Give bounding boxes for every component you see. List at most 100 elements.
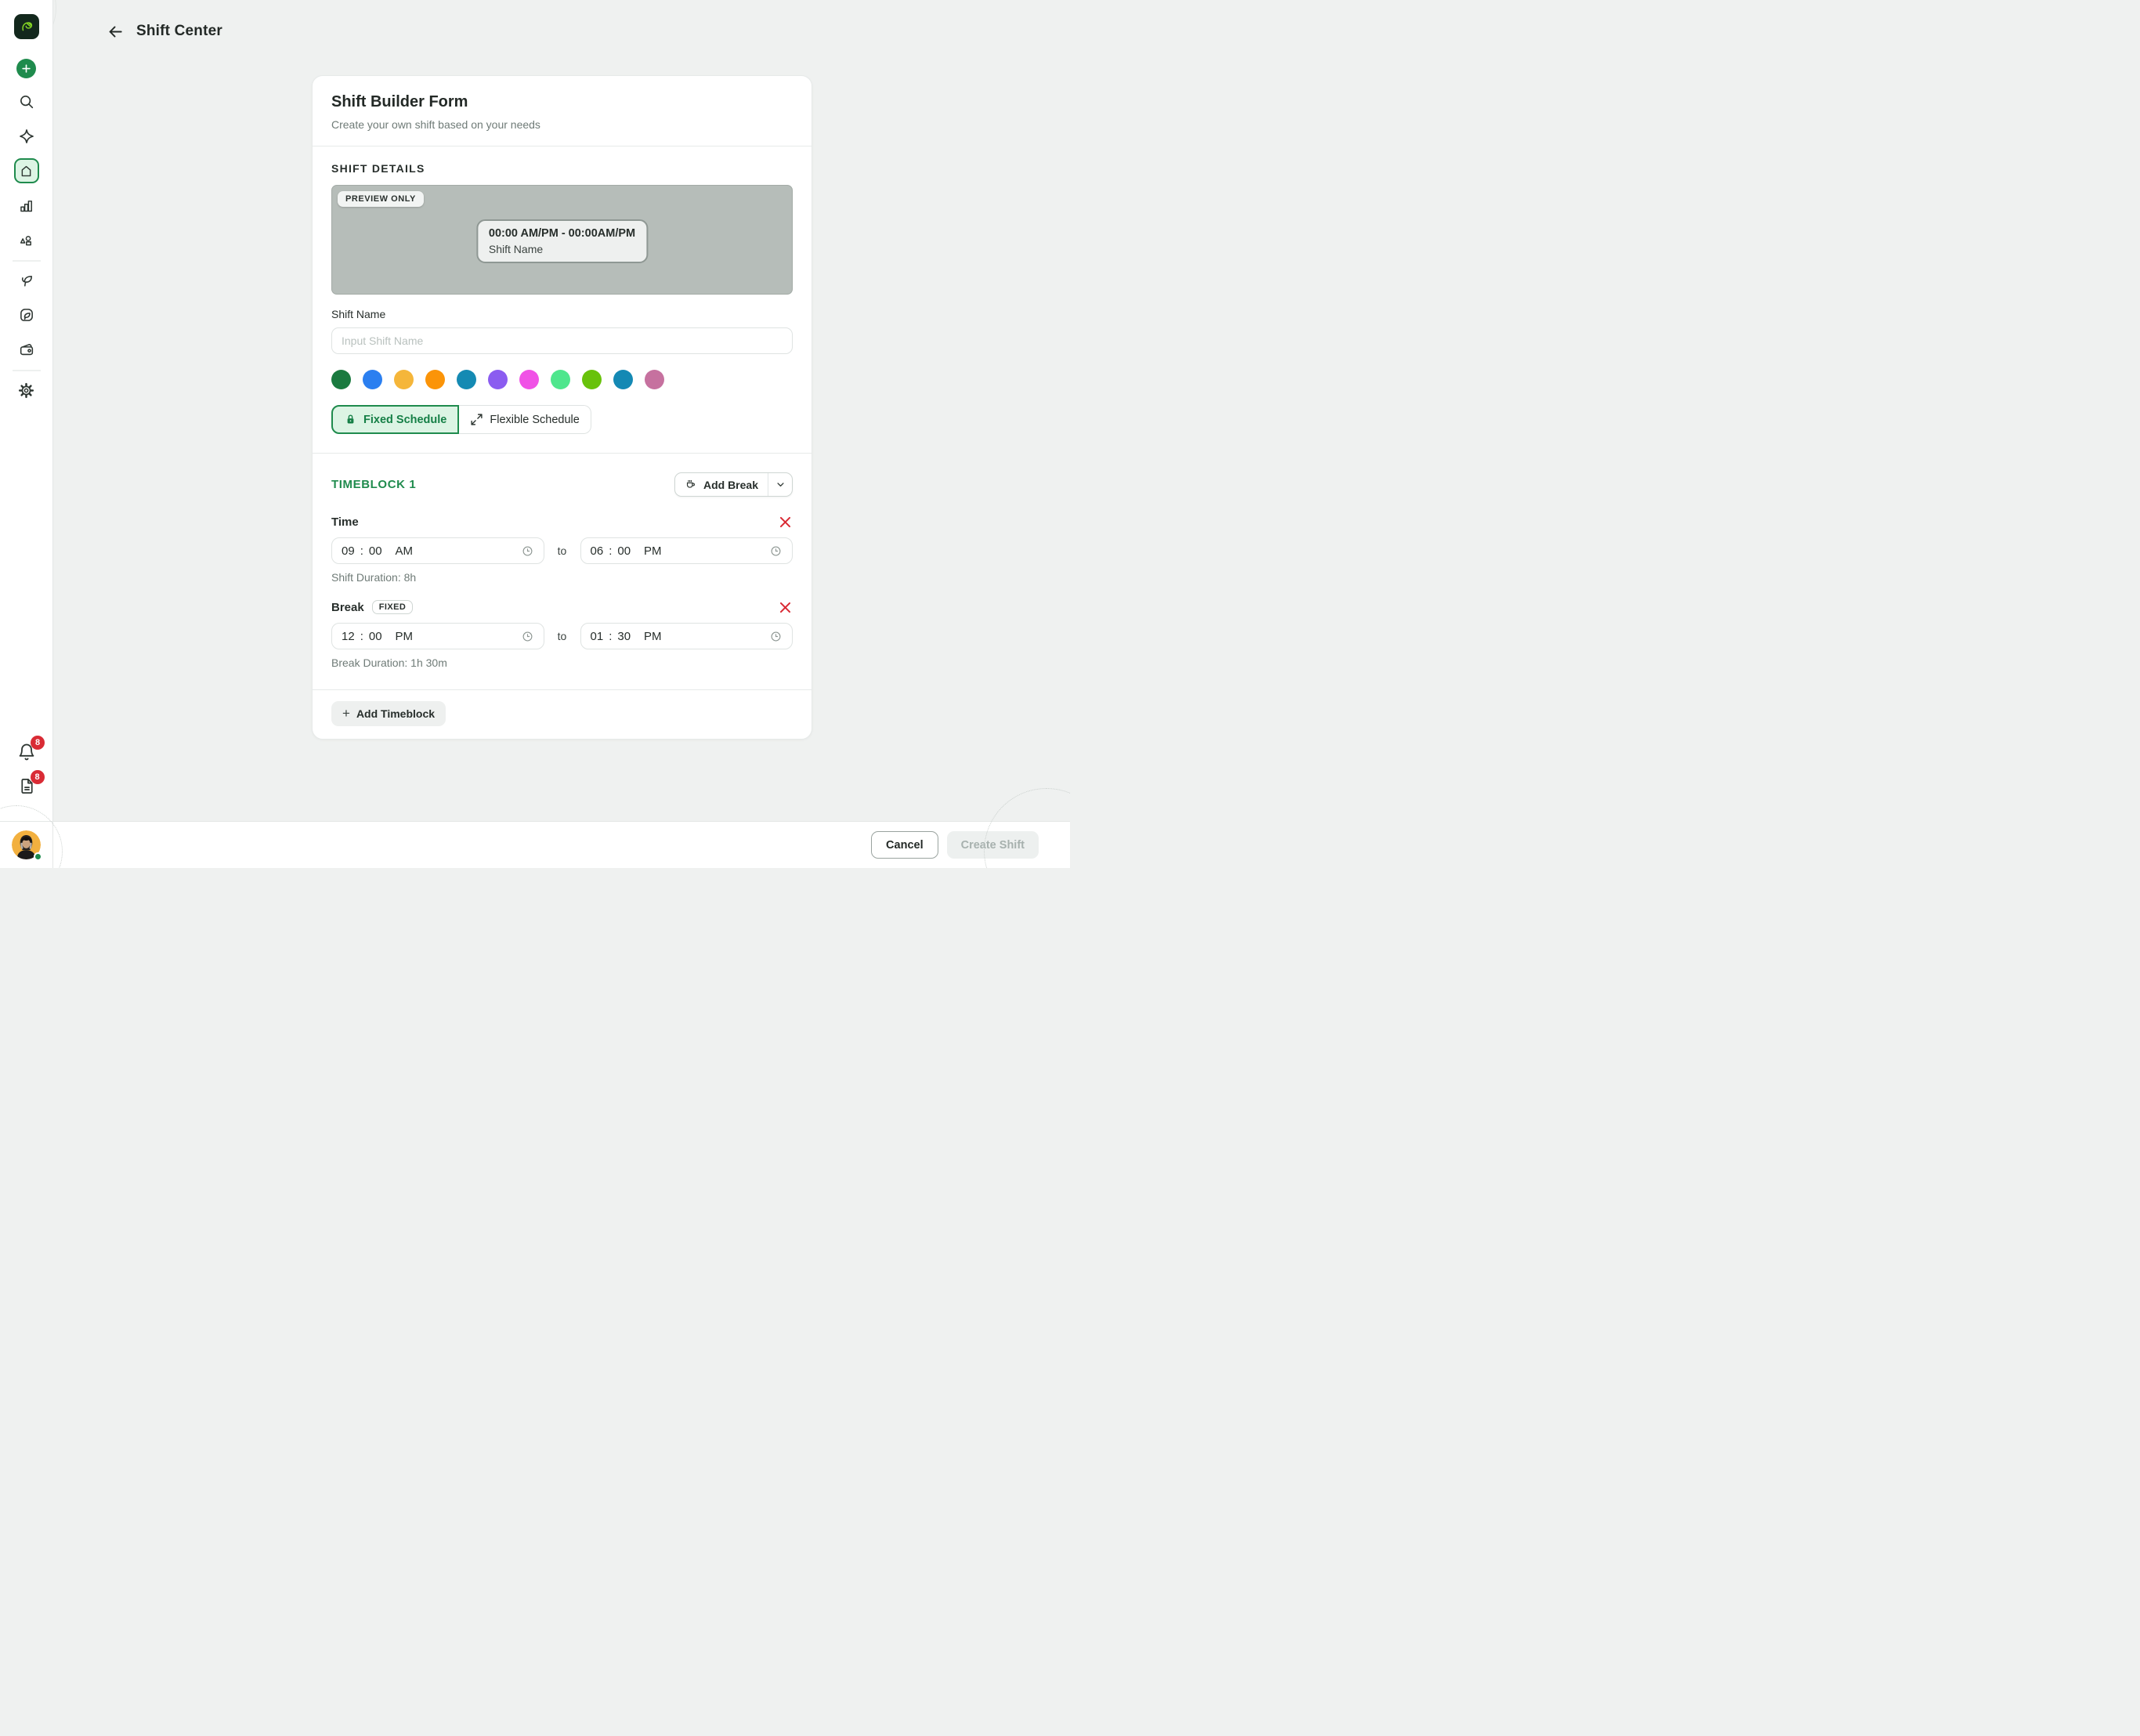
sidebar-item-leaf-feedback[interactable] xyxy=(13,301,41,329)
lock-icon xyxy=(344,413,357,426)
break-duration-text: Break Duration: 1h 30m xyxy=(331,656,793,669)
break-end-time-input[interactable]: 01 : 30 PM xyxy=(580,623,793,649)
minute-value: 30 xyxy=(617,630,631,643)
color-swatch-8[interactable] xyxy=(551,370,570,389)
footer-profile xyxy=(0,822,53,868)
expand-arrows-icon xyxy=(470,413,483,426)
hour-value: 06 xyxy=(591,544,604,558)
to-label: to xyxy=(544,544,580,557)
sidebar-item-assistant[interactable] xyxy=(13,122,41,150)
preview-only-badge: PREVIEW ONLY xyxy=(338,191,424,207)
shift-builder-card: Shift Builder Form Create your own shift… xyxy=(312,75,812,740)
minute-value: 00 xyxy=(369,544,382,558)
active-indicator xyxy=(14,158,39,183)
sidebar-documents[interactable]: 8 xyxy=(0,777,53,795)
form-subtitle: Create your own shift based on your need… xyxy=(331,118,793,131)
sidebar-item-leaf[interactable] xyxy=(13,266,41,295)
time-separator: : xyxy=(360,544,363,558)
shift-details-heading: SHIFT DETAILS xyxy=(331,162,793,175)
add-timeblock-label: Add Timeblock xyxy=(356,707,435,720)
app-logo[interactable] xyxy=(14,14,39,39)
create-button[interactable] xyxy=(16,59,36,78)
flexible-schedule-button[interactable]: Flexible Schedule xyxy=(459,405,591,434)
add-timeblock-button[interactable]: + Add Timeblock xyxy=(331,701,446,726)
schedule-toggle: Fixed Schedule Flexible Schedule xyxy=(331,405,793,434)
break-label: Break xyxy=(331,601,364,614)
card-body: SHIFT DETAILS PREVIEW ONLY 00:00 AM/PM -… xyxy=(313,146,812,434)
clock-icon xyxy=(521,630,534,643)
card-divider xyxy=(313,453,812,454)
ampm-value: PM xyxy=(644,630,662,643)
notification-badge: 8 xyxy=(31,736,45,750)
fixed-schedule-button[interactable]: Fixed Schedule xyxy=(331,405,459,434)
fixed-badge: FIXED xyxy=(372,600,414,614)
ampm-value: PM xyxy=(644,544,662,558)
color-swatch-2[interactable] xyxy=(363,370,382,389)
time-label: Time xyxy=(331,515,359,529)
remove-time-button[interactable] xyxy=(777,514,793,530)
shift-name-input[interactable] xyxy=(331,327,793,354)
page-header: Shift Center xyxy=(106,22,222,41)
shift-preview: PREVIEW ONLY 00:00 AM/PM - 00:00AM/PM Sh… xyxy=(331,185,793,295)
color-swatch-10[interactable] xyxy=(613,370,633,389)
color-swatch-4[interactable] xyxy=(425,370,445,389)
bar-chart-icon xyxy=(18,197,34,214)
chevron-down-icon xyxy=(775,479,786,490)
flexible-schedule-label: Flexible Schedule xyxy=(490,414,579,426)
add-break-label: Add Break xyxy=(703,479,758,491)
time-separator: : xyxy=(609,630,612,643)
leaf-bubble-icon xyxy=(18,306,35,324)
gear-icon xyxy=(17,382,35,400)
sidebar-divider xyxy=(13,260,41,262)
shapes-icon xyxy=(18,232,34,248)
color-swatch-3[interactable] xyxy=(394,370,414,389)
ampm-value: AM xyxy=(396,544,414,558)
shift-end-time-input[interactable]: 06 : 00 PM xyxy=(580,537,793,564)
to-label: to xyxy=(544,630,580,642)
clock-icon xyxy=(521,544,534,558)
back-button[interactable] xyxy=(106,22,125,41)
ampm-value: PM xyxy=(396,630,414,643)
wallet-icon xyxy=(18,341,35,358)
color-swatch-7[interactable] xyxy=(519,370,539,389)
form-title: Shift Builder Form xyxy=(331,93,793,111)
color-swatch-11[interactable] xyxy=(645,370,664,389)
sidebar-item-reports[interactable] xyxy=(13,191,41,219)
create-shift-button[interactable]: Create Shift xyxy=(947,831,1039,859)
sidebar-item-elements[interactable] xyxy=(13,226,41,254)
time-separator: : xyxy=(360,630,363,643)
preview-time-range: 00:00 AM/PM - 00:00AM/PM xyxy=(489,227,635,240)
home-icon xyxy=(19,164,34,179)
card-header: Shift Builder Form Create your own shift… xyxy=(313,76,812,146)
hour-value: 12 xyxy=(342,630,355,643)
clock-icon xyxy=(769,630,783,643)
online-status-dot xyxy=(34,852,42,861)
remove-break-button[interactable] xyxy=(777,599,793,615)
preview-shift-name: Shift Name xyxy=(489,243,635,255)
sidebar-item-wallet[interactable] xyxy=(13,335,41,363)
sidebar-item-home[interactable] xyxy=(13,157,41,185)
card-divider xyxy=(313,689,812,690)
color-swatch-9[interactable] xyxy=(582,370,602,389)
color-swatch-5[interactable] xyxy=(457,370,476,389)
clock-icon xyxy=(769,544,783,558)
search-icon xyxy=(18,93,35,110)
minute-value: 00 xyxy=(617,544,631,558)
arrow-left-icon xyxy=(107,23,125,41)
footer-bar: Cancel Create Shift xyxy=(0,821,1070,868)
leaf-logo-icon xyxy=(18,18,35,35)
color-swatch-1[interactable] xyxy=(331,370,351,389)
add-break-button[interactable]: Add Break xyxy=(674,472,793,497)
footer-actions: Cancel Create Shift xyxy=(871,831,1039,859)
x-icon xyxy=(778,515,793,530)
sidebar-item-settings[interactable] xyxy=(13,376,41,404)
add-break-dropdown[interactable] xyxy=(768,473,792,496)
cancel-button[interactable]: Cancel xyxy=(871,831,938,859)
sidebar-item-search[interactable] xyxy=(13,88,41,116)
color-palette xyxy=(331,370,793,389)
sidebar-notifications[interactable]: 8 xyxy=(0,743,53,761)
color-swatch-6[interactable] xyxy=(488,370,508,389)
timeblock-heading: TIMEBLOCK 1 xyxy=(331,478,416,491)
shift-start-time-input[interactable]: 09 : 00 AM xyxy=(331,537,544,564)
break-start-time-input[interactable]: 12 : 00 PM xyxy=(331,623,544,649)
